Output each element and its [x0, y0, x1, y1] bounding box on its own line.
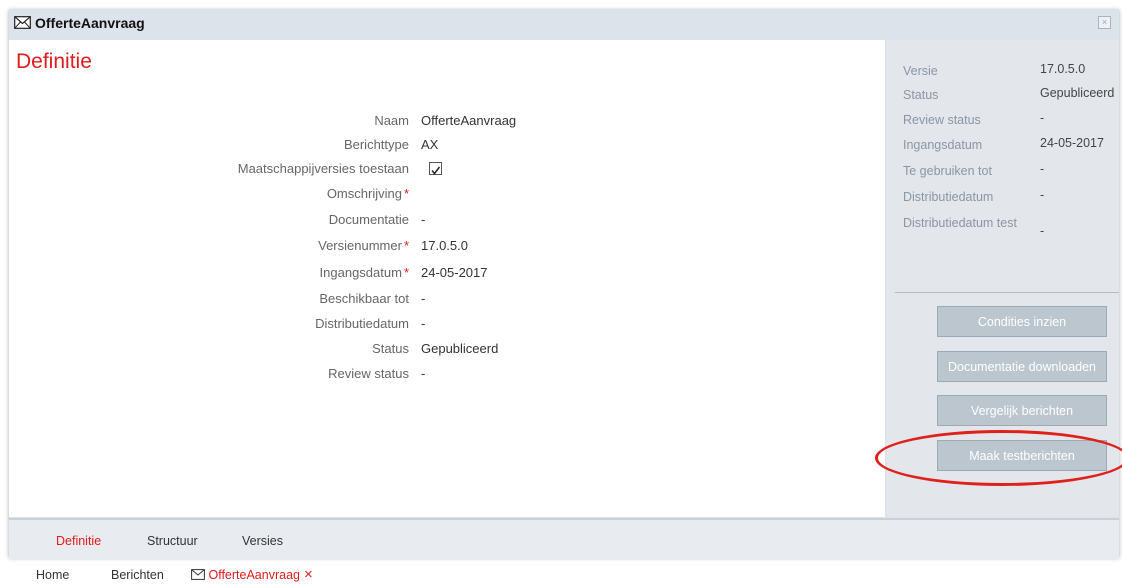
field-value-versienummer: 17.0.5.0: [421, 238, 468, 253]
meta-label-te-gebruiken-tot: Te gebruiken tot: [903, 164, 992, 178]
field-label-text: Ingangsdatum: [319, 265, 402, 280]
definition-panel: Definitie Naam OfferteAanvraag Berichtty…: [9, 40, 885, 517]
field-label-ingangsdatum: Ingangsdatum *: [320, 265, 409, 280]
field-value-ingangsdatum: 24-05-2017: [421, 265, 488, 280]
field-value-beschikbaar-tot: -: [421, 291, 426, 306]
field-value-review-status: -: [421, 366, 426, 381]
close-icon[interactable]: ×: [1098, 16, 1111, 29]
page-title: Definitie: [16, 50, 92, 73]
meta-value-distributiedatum: -: [1040, 188, 1045, 202]
field-label-versienummer: Versienummer *: [318, 238, 409, 253]
window-title: OfferteAanvraag: [35, 15, 145, 31]
field-value-distributiedatum: -: [421, 316, 426, 331]
tab-definitie[interactable]: Definitie: [56, 534, 101, 548]
field-value-status: Gepubliceerd: [421, 341, 499, 356]
field-label-distributiedatum: Distributiedatum: [315, 316, 409, 331]
checkmark-icon: [431, 166, 441, 175]
field-label-text: Versienummer: [318, 238, 402, 253]
meta-value-versie: 17.0.5.0: [1040, 62, 1086, 76]
tab-bar: Definitie Structuur Versies: [9, 518, 1119, 559]
breadcrumb-berichten[interactable]: Berichten: [111, 568, 164, 582]
mail-icon: [191, 569, 205, 580]
meta-label-review-status: Review status: [903, 113, 981, 127]
field-label-text: Omschrijving: [326, 186, 402, 201]
meta-value-review-status: -: [1040, 111, 1045, 125]
condities-inzien-button[interactable]: Condities inzien: [937, 306, 1107, 337]
meta-value-te-gebruiken-tot: -: [1040, 162, 1045, 176]
field-label-beschikbaar-tot: Beschikbaar tot: [319, 291, 409, 306]
tab-versies[interactable]: Versies: [242, 534, 283, 548]
breadcrumb-home[interactable]: Home: [36, 568, 69, 582]
field-value-naam: OfferteAanvraag: [421, 113, 517, 128]
field-label-berichttype: Berichttype: [343, 137, 409, 152]
field-value-documentatie: -: [421, 212, 426, 227]
tab-structuur[interactable]: Structuur: [147, 534, 198, 548]
field-label-status: Status: [372, 341, 409, 356]
breadcrumb-label: OfferteAanvraag: [208, 568, 300, 582]
sidebar-divider: [895, 292, 1119, 293]
field-label-omschrijving: Omschrijving *: [327, 186, 409, 201]
maatschappijversies-checkbox[interactable]: [429, 162, 442, 175]
vergelijk-berichten-button[interactable]: Vergelijk berichten: [937, 395, 1107, 426]
breadcrumb: Home Berichten OfferteAanvraag ×: [0, 565, 1122, 585]
meta-label-ingangsdatum: Ingangsdatum: [903, 138, 983, 152]
field-label-documentatie: Documentatie: [328, 212, 409, 227]
highlight-ellipse: [875, 430, 1122, 486]
meta-label-status: Status: [903, 88, 939, 102]
meta-label-distributiedatum-test: Distributiedatum test: [903, 216, 1017, 230]
meta-label-versie: Versie: [903, 64, 938, 78]
message-window: OfferteAanvraag × Definitie Naam Offerte…: [9, 9, 1122, 559]
breadcrumb-offerteaanvraag[interactable]: OfferteAanvraag ×: [191, 566, 313, 583]
field-label-review-status: Review status: [328, 366, 409, 381]
required-marker: *: [403, 238, 409, 253]
documentatie-downloaden-button[interactable]: Documentatie downloaden: [937, 351, 1107, 382]
field-label-maatschappijversies: Maatschappijversies toestaan: [237, 161, 409, 176]
mail-icon: [14, 16, 31, 34]
required-marker: *: [403, 186, 409, 201]
field-value-berichttype: AX: [421, 137, 439, 152]
meta-value-distributiedatum-test: -: [1040, 224, 1045, 238]
field-label-naam: Naam: [374, 113, 409, 128]
meta-value-ingangsdatum: 24-05-2017: [1040, 136, 1104, 150]
close-tab-icon[interactable]: ×: [304, 566, 313, 583]
required-marker: *: [403, 265, 409, 280]
meta-value-status: Gepubliceerd: [1040, 86, 1115, 100]
meta-label-distributiedatum: Distributiedatum: [903, 190, 994, 204]
window-titlebar: OfferteAanvraag ×: [9, 9, 1119, 38]
